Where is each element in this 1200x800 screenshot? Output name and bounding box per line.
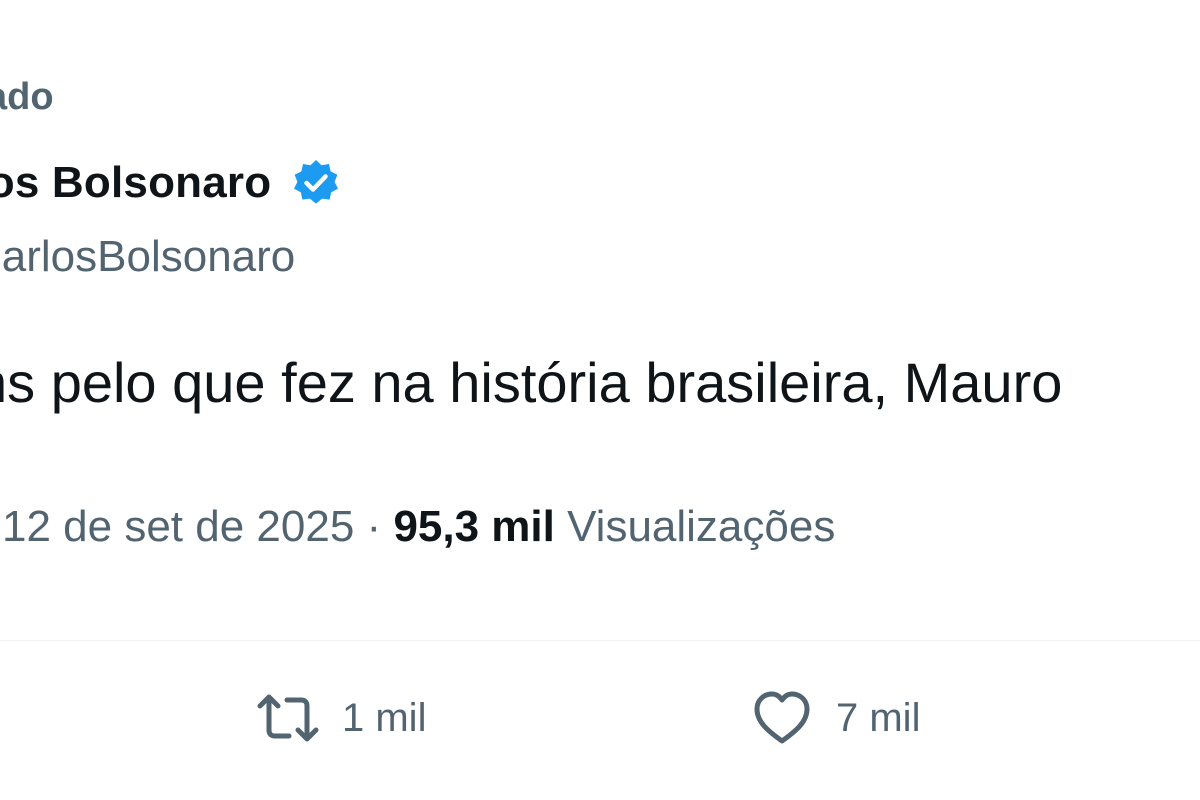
tweet-meta: 12 de set de 2025 · 95,3 mil Visualizaçõ… xyxy=(2,502,835,552)
author-handle[interactable]: CarlosBolsonaro xyxy=(0,232,295,282)
divider xyxy=(0,640,1200,641)
tweet-text: ns pelo que fez na história brasileira, … xyxy=(0,351,1063,414)
pinned-label: ado xyxy=(0,76,54,118)
heart-icon xyxy=(750,688,814,748)
tweet-date[interactable]: 12 de set de 2025 xyxy=(2,502,354,551)
meta-separator: · xyxy=(366,502,382,551)
like-button[interactable]: 7 mil xyxy=(750,688,920,748)
like-count: 7 mil xyxy=(836,695,921,740)
retweet-count: 1 mil xyxy=(342,695,427,740)
views-label: Visualizações xyxy=(567,502,836,551)
verified-badge-icon xyxy=(291,158,341,208)
author-display-name[interactable]: rlos Bolsonaro xyxy=(0,158,271,208)
author-row: rlos Bolsonaro xyxy=(0,158,341,208)
tweet-page: ado rlos Bolsonaro CarlosBolsonaro ns pe… xyxy=(0,0,1200,800)
views-count: 95,3 mil xyxy=(393,502,555,551)
retweet-icon xyxy=(256,688,320,748)
retweet-button[interactable]: 1 mil xyxy=(256,688,426,748)
